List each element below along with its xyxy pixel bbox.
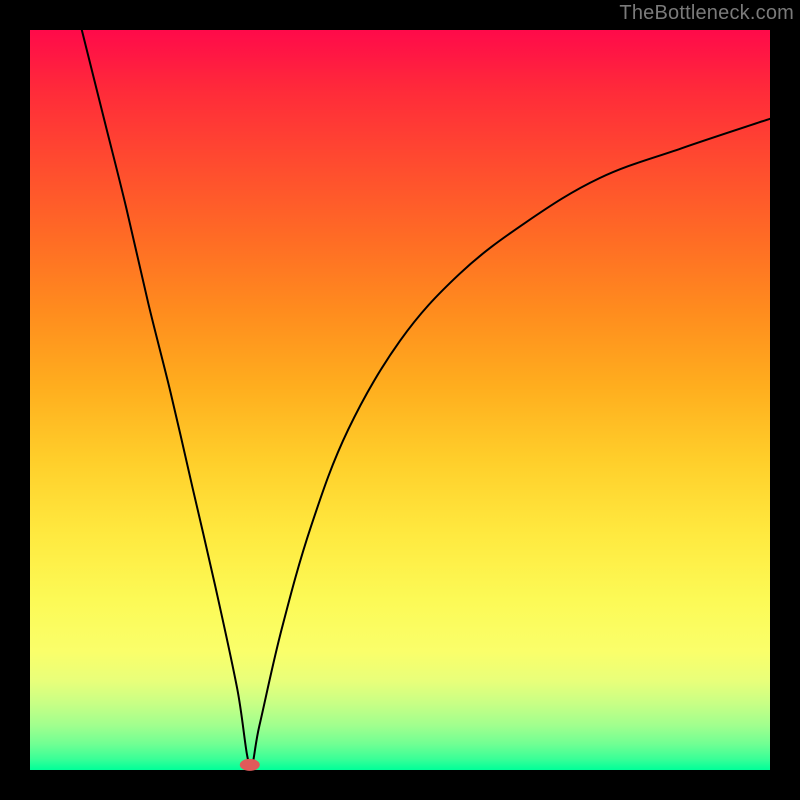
chart-container: TheBottleneck.com [0, 0, 800, 800]
plot-area [30, 30, 770, 770]
min-point-marker [240, 759, 260, 771]
watermark-label: TheBottleneck.com [619, 2, 794, 25]
curve-svg [30, 30, 770, 770]
bottleneck-curve [82, 30, 770, 766]
